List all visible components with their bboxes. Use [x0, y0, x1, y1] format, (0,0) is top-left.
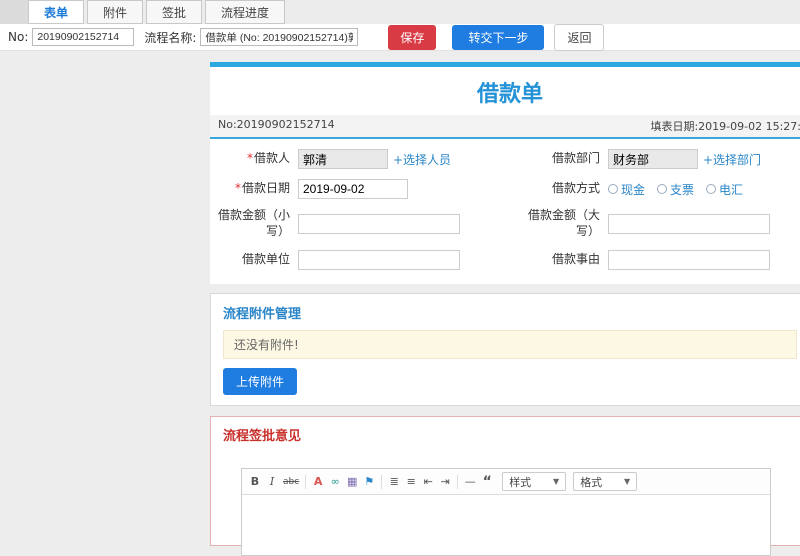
format-dropdown[interactable]: 格式 ▼ [573, 472, 638, 491]
loan-date-label-text: 借款日期 [241, 181, 290, 196]
upload-attachment-button[interactable]: 上传附件 [223, 368, 298, 395]
italic-icon[interactable]: I [264, 473, 280, 490]
toolbar-separator [381, 474, 383, 489]
quote-icon[interactable]: “ [479, 473, 495, 490]
tab-approval[interactable]: 签批 [146, 0, 203, 24]
toolbar-separator [457, 474, 459, 489]
attachment-section: 流程附件管理 还没有附件! 上传附件 [210, 293, 800, 406]
loan-unit-cell [290, 250, 512, 270]
radio-icon [706, 184, 717, 194]
borrower-label-text: 借款人 [253, 151, 290, 166]
style-dropdown[interactable]: 样式 ▼ [502, 472, 567, 491]
rich-text-editor: B I abc A ∞ ▦ ⚑ ≣ ≡ ⇤ ⇥ — “ 样式 ▼ 格式 ▼ [241, 468, 771, 556]
select-department-link[interactable]: +选择部门 [703, 151, 761, 168]
method-option-wire-label: 电汇 [719, 182, 744, 197]
hr-icon[interactable]: — [462, 473, 478, 490]
form-row-borrower: *借款人 +选择人员 借款部门 +选择部门 [210, 144, 800, 174]
link-icon[interactable]: ∞ [327, 473, 343, 490]
no-input[interactable] [32, 28, 135, 46]
form-row-unit-reason: 借款单位 借款事由 [210, 244, 800, 276]
unordered-list-icon[interactable]: ≡ [403, 473, 419, 490]
required-asterisk: * [234, 181, 241, 196]
editor-toolbar: B I abc A ∞ ▦ ⚑ ≣ ≡ ⇤ ⇥ — “ 样式 ▼ 格式 ▼ [242, 469, 770, 495]
indent-icon[interactable]: ⇥ [437, 473, 453, 490]
form-subheader: No:20190902152714 填表日期:2019-09-02 15:27:… [210, 115, 800, 139]
required-asterisk: * [246, 151, 253, 166]
form-row-date-method: *借款日期 借款方式 现金 支票 [210, 174, 800, 204]
borrower-input[interactable] [298, 149, 388, 169]
loan-reason-input[interactable] [608, 250, 770, 270]
tab-attachment[interactable]: 附件 [87, 0, 144, 24]
no-attachment-notice: 还没有附件! [223, 330, 797, 359]
form-row-amounts: 借款金额（小写） 借款金额（大写） [210, 204, 800, 244]
department-label: 借款部门 [551, 151, 600, 166]
loan-form-card: 借款单 No:20190902152714 填表日期:2019-09-02 15… [210, 62, 800, 284]
chevron-down-icon: ▼ [624, 477, 631, 486]
action-toolbar: No: 流程名称: 保存 转交下一步 返回 [0, 23, 800, 51]
approval-heading: 流程签批意见 [223, 429, 302, 444]
amount-small-input[interactable] [298, 214, 460, 234]
ordered-list-icon[interactable]: ≣ [386, 473, 402, 490]
outdent-icon[interactable]: ⇤ [420, 473, 436, 490]
loan-unit-input[interactable] [298, 250, 460, 270]
tab-form[interactable]: 表单 [28, 0, 85, 24]
loan-reason-label: 借款事由 [551, 252, 600, 267]
loan-method-label: 借款方式 [551, 181, 600, 196]
loan-unit-label: 借款单位 [241, 252, 290, 267]
chevron-down-icon: ▼ [553, 477, 560, 486]
department-cell: +选择部门 [600, 149, 800, 169]
department-input[interactable] [608, 149, 698, 169]
format-dropdown-label: 格式 [580, 475, 603, 489]
process-name-input[interactable] [200, 28, 359, 46]
borrower-label: *借款人 [210, 151, 290, 167]
amount-small-cell [290, 214, 512, 234]
select-person-link[interactable]: +选择人员 [393, 151, 451, 168]
main-panel: 借款单 No:20190902152714 填表日期:2019-09-02 15… [210, 62, 800, 556]
loan-date-cell [290, 179, 512, 199]
fill-date: 填表日期:2019-09-02 15:27:1 [650, 120, 800, 133]
font-color-icon[interactable]: A [310, 473, 326, 490]
amount-big-cell [600, 214, 800, 234]
tab-process-progress[interactable]: 流程进度 [205, 0, 286, 24]
radio-icon [657, 184, 668, 194]
doc-number: No:20190902152714 [218, 118, 335, 131]
loan-method-cell: 现金 支票 电汇 [600, 181, 800, 198]
loan-date-input[interactable] [298, 179, 408, 199]
bold-icon[interactable]: B [247, 473, 263, 490]
style-dropdown-label: 样式 [509, 475, 532, 489]
amount-small-label: 借款金额（小写） [217, 208, 290, 238]
method-option-check[interactable]: 支票 [657, 181, 694, 198]
left-sidebar-strip [0, 0, 28, 24]
amount-big-input[interactable] [608, 214, 770, 234]
approval-section: 流程签批意见 B I abc A ∞ ▦ ⚑ ≣ ≡ ⇤ ⇥ — “ 样式 ▼ … [210, 416, 800, 556]
editor-content-area[interactable] [242, 495, 770, 555]
borrower-cell: +选择人员 [290, 149, 512, 169]
form-body: *借款人 +选择人员 借款部门 +选择部门 *借款日期 [210, 139, 800, 284]
no-label: No: [8, 30, 29, 44]
loan-reason-cell [600, 250, 800, 270]
back-button[interactable]: 返回 [554, 23, 605, 51]
process-name-label: 流程名称: [144, 30, 197, 45]
save-button[interactable]: 保存 [388, 24, 437, 50]
method-option-cash-label: 现金 [621, 182, 646, 197]
flag-icon[interactable]: ⚑ [361, 473, 377, 490]
method-option-cash[interactable]: 现金 [608, 181, 645, 198]
strikethrough-icon[interactable]: abc [281, 473, 301, 490]
page-title: 借款单 [476, 82, 543, 107]
method-option-wire[interactable]: 电汇 [706, 181, 743, 198]
radio-icon [608, 184, 618, 194]
method-option-check-label: 支票 [670, 182, 695, 197]
toolbar-separator [305, 474, 307, 489]
loan-date-label: *借款日期 [210, 181, 290, 197]
attachment-heading: 流程附件管理 [223, 307, 302, 322]
tab-bar: 表单 附件 签批 流程进度 [0, 0, 800, 24]
image-icon[interactable]: ▦ [344, 473, 360, 490]
forward-next-step-button[interactable]: 转交下一步 [452, 24, 545, 50]
amount-big-label: 借款金额（大写） [527, 208, 600, 238]
